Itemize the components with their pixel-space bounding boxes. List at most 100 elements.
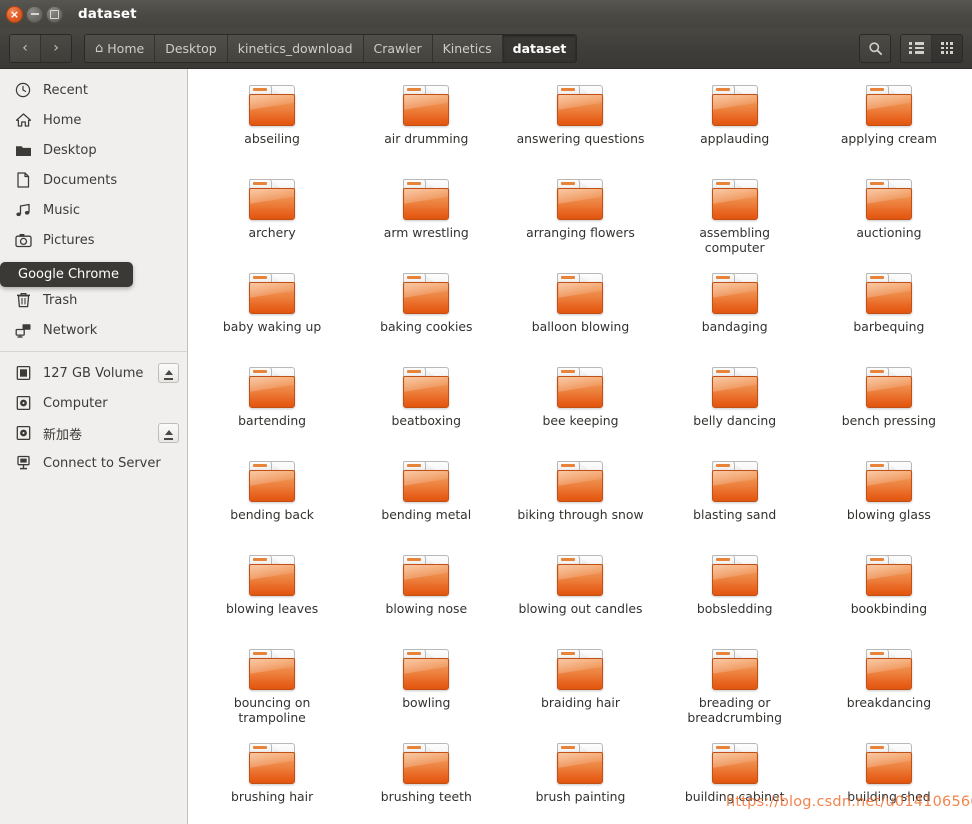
sidebar-item-home[interactable]: Home [0, 105, 187, 135]
back-button[interactable]: ‹ [10, 34, 41, 62]
file-item[interactable]: blowing out candles [503, 547, 657, 641]
file-item[interactable]: applying cream [812, 77, 966, 171]
file-item[interactable]: bench pressing [812, 359, 966, 453]
file-name-label: assembling computer [699, 225, 771, 255]
server-icon [14, 454, 32, 472]
sidebar-item-label: Desktop [43, 142, 97, 158]
folder-icon [247, 554, 297, 598]
sidebar-item-pictures[interactable]: Pictures [0, 225, 187, 255]
file-name-label: braiding hair [541, 695, 620, 710]
breadcrumb-item-desktop[interactable]: Desktop [155, 34, 228, 62]
file-item[interactable]: breakdancing [812, 641, 966, 735]
file-item[interactable]: barbequing [812, 265, 966, 359]
file-name-label: bartending [238, 413, 307, 428]
folder-icon [555, 554, 605, 598]
sidebar-item-music[interactable]: Music [0, 195, 187, 225]
home-icon [14, 111, 32, 129]
sidebar-item-desktop[interactable]: Desktop [0, 135, 187, 165]
file-item[interactable]: bending back [195, 453, 349, 547]
file-item[interactable]: archery [195, 171, 349, 265]
file-item[interactable]: blowing glass [812, 453, 966, 547]
list-view-button[interactable] [901, 34, 932, 62]
breadcrumb-label: Home [107, 40, 145, 56]
breadcrumb-item-kinetics-download[interactable]: kinetics_download [227, 34, 364, 62]
breadcrumb-item-kinetics[interactable]: Kinetics [432, 34, 503, 62]
file-item[interactable]: bee keeping [503, 359, 657, 453]
chevron-left-icon: ‹ [22, 40, 28, 56]
file-item[interactable]: bookbinding [812, 547, 966, 641]
forward-button[interactable]: › [41, 34, 71, 62]
file-item[interactable]: assembling computer [658, 171, 812, 265]
file-name-label: bobsledding [696, 601, 773, 616]
file-name-label: abseiling [244, 131, 300, 146]
file-name-label: belly dancing [693, 413, 777, 428]
sidebar-item-network[interactable]: Network [0, 315, 187, 345]
file-item[interactable]: bandaging [658, 265, 812, 359]
file-name-label: air drumming [384, 131, 469, 146]
file-item[interactable]: blasting sand [658, 453, 812, 547]
file-item[interactable]: auctioning [812, 171, 966, 265]
minimize-window-button[interactable] [26, 5, 43, 23]
eject-button[interactable] [158, 423, 179, 443]
file-item[interactable]: breading or breadcrumbing [658, 641, 812, 735]
eject-button[interactable] [158, 363, 179, 383]
grid-view-button[interactable] [932, 34, 962, 62]
eject-icon [164, 370, 173, 380]
sidebar-item-computer[interactable]: Computer [0, 388, 187, 418]
file-item[interactable]: applauding [658, 77, 812, 171]
file-item[interactable]: bending metal [349, 453, 503, 547]
sidebar-item-label: Home [43, 112, 82, 128]
folder-icon [401, 648, 451, 692]
file-item[interactable]: bowling [349, 641, 503, 735]
file-name-label: applauding [700, 131, 770, 146]
sidebar-item-recent[interactable]: Recent [0, 75, 187, 105]
file-item[interactable]: air drumming [349, 77, 503, 171]
sidebar-item-documents[interactable]: Documents [0, 165, 187, 195]
file-item[interactable]: answering questions [503, 77, 657, 171]
breadcrumb-item-dataset[interactable]: dataset [502, 34, 577, 62]
file-item[interactable]: abseiling [195, 77, 349, 171]
file-item[interactable]: brushing teeth [349, 735, 503, 824]
search-button[interactable] [859, 33, 891, 63]
file-item[interactable]: bouncing on trampoline [195, 641, 349, 735]
file-item[interactable]: building cabinet [658, 735, 812, 824]
sidebar-item-label: 127 GB Volume [43, 365, 144, 381]
file-item[interactable]: arm wrestling [349, 171, 503, 265]
file-item[interactable]: baby waking up [195, 265, 349, 359]
breadcrumb-item-home[interactable]: ⌂ Home [85, 34, 156, 62]
folder-icon [401, 84, 451, 128]
file-item[interactable]: balloon blowing [503, 265, 657, 359]
file-name-label: bending back [230, 507, 314, 522]
folder-icon [247, 742, 297, 786]
file-list-area[interactable]: abseiling air drumming answering questions… [189, 69, 972, 824]
close-window-button[interactable]: × [6, 5, 23, 23]
folder-icon [710, 742, 760, 786]
file-item[interactable]: braiding hair [503, 641, 657, 735]
file-item[interactable]: belly dancing [658, 359, 812, 453]
breadcrumb-item-crawler[interactable]: Crawler [363, 34, 433, 62]
file-item[interactable]: arranging flowers [503, 171, 657, 265]
sidebar: Recent Home Desktop Documents Music Pict… [0, 69, 188, 824]
file-name-label: blasting sand [693, 507, 777, 522]
sidebar-item-127-gb-volume[interactable]: 127 GB Volume [0, 358, 187, 388]
file-item[interactable]: brush painting [503, 735, 657, 824]
toolbar: ‹ › ⌂ Home Desktop kinetics_download Cra… [0, 28, 972, 69]
maximize-window-button[interactable] [46, 5, 63, 23]
folder-icon [555, 84, 605, 128]
file-item[interactable]: brushing hair [195, 735, 349, 824]
file-name-label: bending metal [381, 507, 472, 522]
file-item[interactable]: baking cookies [349, 265, 503, 359]
sidebar-item-connect-to-server[interactable]: Connect to Server [0, 448, 187, 478]
sidebar-item-new-volume[interactable]: 新加卷 [0, 418, 187, 448]
file-item[interactable]: beatboxing [349, 359, 503, 453]
folder-icon [247, 648, 297, 692]
file-item[interactable]: blowing nose [349, 547, 503, 641]
file-item[interactable]: biking through snow [503, 453, 657, 547]
file-item[interactable]: bartending [195, 359, 349, 453]
sidebar-item-trash[interactable]: Trash [0, 285, 187, 315]
file-item[interactable]: building shed [812, 735, 966, 824]
file-name-label: applying cream [840, 131, 937, 146]
sidebar-item-label: Documents [43, 172, 118, 188]
file-item[interactable]: blowing leaves [195, 547, 349, 641]
file-item[interactable]: bobsledding [658, 547, 812, 641]
